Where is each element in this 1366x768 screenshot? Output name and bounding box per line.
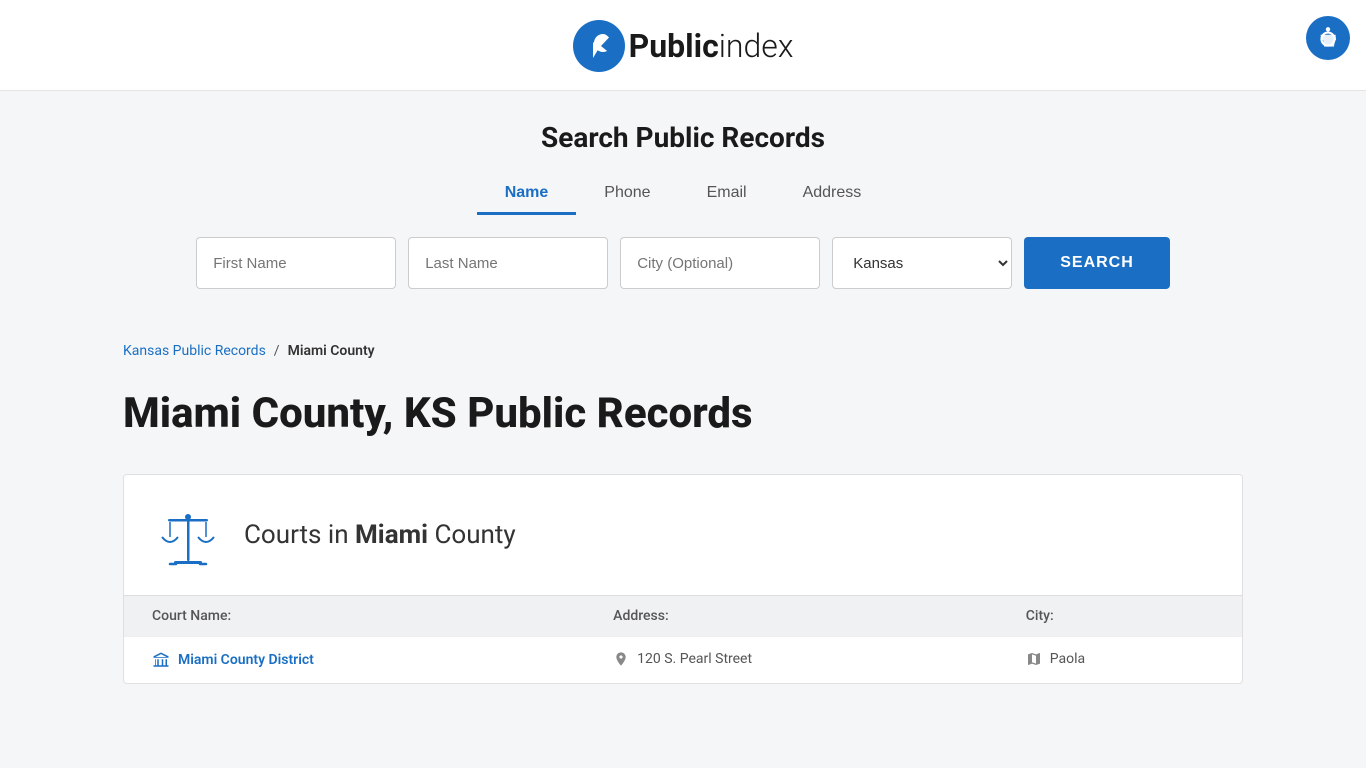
search-section: Search Public Records Name Phone Email A… [0, 91, 1366, 319]
map-icon [1026, 651, 1042, 667]
table-row: Miami County District 120 S. Pearl Stree… [124, 637, 1242, 684]
city-cell: Paola [998, 637, 1242, 684]
courts-icon-wrapper [152, 499, 224, 571]
site-header: Publicindex [0, 0, 1366, 91]
tab-address[interactable]: Address [775, 174, 890, 215]
search-form: Kansas Alabama Alaska Arizona Arkansas C… [20, 237, 1346, 319]
col-header-city: City: [998, 596, 1242, 637]
last-name-input[interactable] [408, 237, 608, 289]
accessibility-button[interactable] [1306, 16, 1350, 60]
courts-section: Courts in Miami County Court Name: Addre… [123, 474, 1243, 684]
main-content: Kansas Public Records / Miami County Mia… [103, 319, 1263, 708]
search-tabs: Name Phone Email Address [20, 174, 1346, 215]
courts-table: Court Name: Address: City: Miami County … [124, 595, 1242, 683]
court-name-link[interactable]: Miami County District [152, 651, 557, 669]
search-title: Search Public Records [20, 121, 1346, 154]
courts-table-body: Miami County District 120 S. Pearl Stree… [124, 637, 1242, 684]
logo-text-public: Public [629, 27, 719, 65]
courts-title: Courts in Miami County [244, 520, 516, 550]
tab-phone[interactable]: Phone [576, 174, 678, 215]
breadcrumb-separator: / [274, 343, 280, 359]
logo-text-index: index [719, 27, 794, 65]
scales-icon [154, 501, 222, 569]
search-button[interactable]: SEARCH [1024, 237, 1170, 289]
state-select[interactable]: Kansas Alabama Alaska Arizona Arkansas C… [832, 237, 1012, 289]
first-name-input[interactable] [196, 237, 396, 289]
address-cell: 120 S. Pearl Street [585, 637, 998, 684]
tab-email[interactable]: Email [679, 174, 775, 215]
page-title: Miami County, KS Public Records [123, 389, 1243, 438]
building-icon [152, 651, 170, 669]
col-header-address: Address: [585, 596, 998, 637]
logo-area: Publicindex [0, 20, 1366, 72]
breadcrumb-current: Miami County [288, 343, 375, 359]
breadcrumb: Kansas Public Records / Miami County [123, 343, 1243, 359]
courts-table-head: Court Name: Address: City: [124, 596, 1242, 637]
breadcrumb-link[interactable]: Kansas Public Records [123, 343, 266, 359]
city-input[interactable] [620, 237, 820, 289]
logo-icon [573, 20, 625, 72]
location-icon [613, 651, 629, 667]
tab-name[interactable]: Name [477, 174, 577, 215]
courts-header: Courts in Miami County [124, 475, 1242, 595]
col-header-court-name: Court Name: [124, 596, 585, 637]
court-name-cell: Miami County District [124, 637, 585, 684]
